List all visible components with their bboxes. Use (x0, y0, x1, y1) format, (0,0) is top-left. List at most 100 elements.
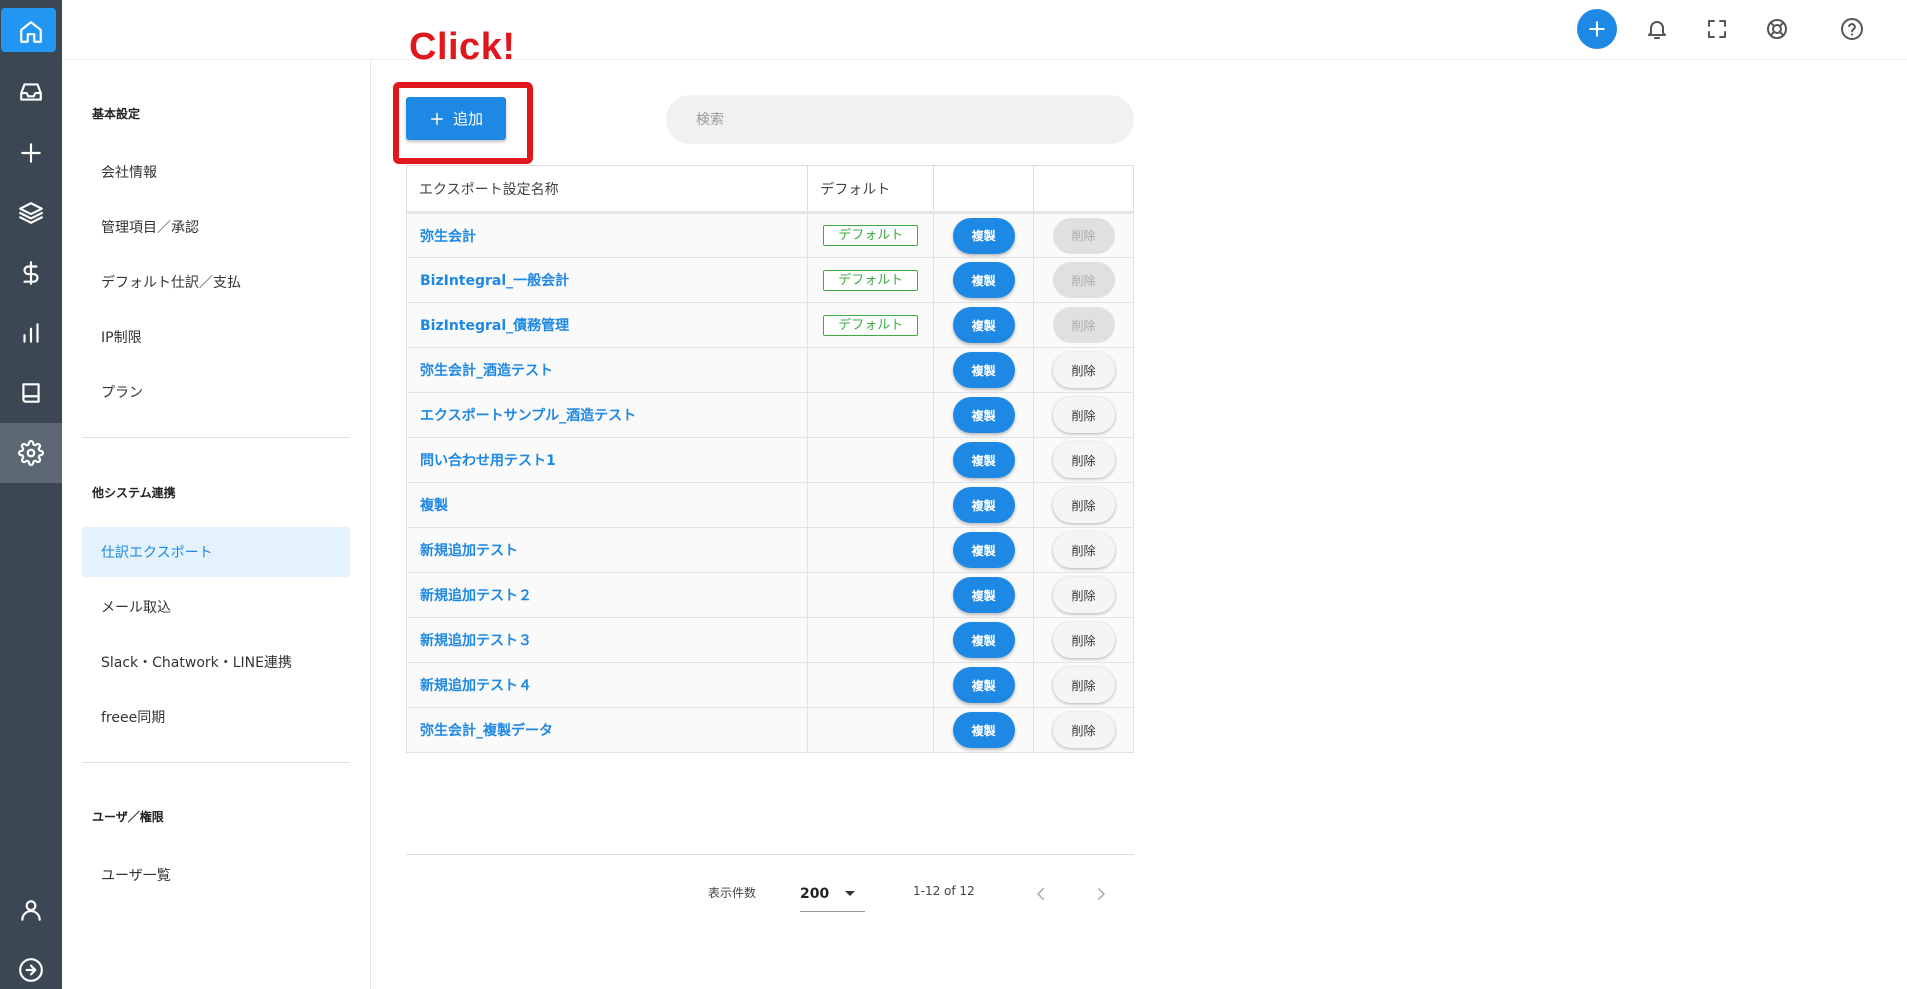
topbar-add-button[interactable] (1577, 9, 1617, 49)
top-bar (62, 0, 1907, 60)
fullscreen-icon (1708, 20, 1726, 38)
chevron-left-icon (1037, 888, 1044, 900)
copy-cell: 複製 (933, 527, 1035, 573)
delete-button[interactable]: 削除 (1052, 667, 1115, 703)
sidebar-item-management[interactable]: 管理項目／承認 (82, 202, 350, 252)
delete-cell: 削除 (1033, 707, 1134, 753)
rail-settings[interactable] (0, 423, 62, 483)
sidebar-item-freee-sync[interactable]: freee同期 (82, 692, 350, 742)
plus-icon (1589, 21, 1605, 37)
copy-cell: 複製 (933, 482, 1035, 528)
sidebar-section-basic: 基本設定 (92, 107, 141, 121)
column-header-delete (1033, 165, 1134, 214)
delete-button[interactable]: 削除 (1052, 442, 1115, 478)
rail-logout[interactable] (0, 942, 62, 989)
delete-cell: 削除 (1033, 437, 1134, 483)
export-setting-name-link[interactable]: 新規追加テスト２ (405, 572, 809, 618)
export-setting-name-link[interactable]: 新規追加テスト (405, 527, 809, 573)
sidebar-item-mail-import[interactable]: メール取込 (82, 582, 350, 632)
notifications-button[interactable] (1636, 8, 1678, 50)
arrow-right-circle-icon (19, 958, 43, 982)
export-setting-name-link[interactable]: BizIntegral_債務管理 (405, 302, 809, 348)
rail-user[interactable] (0, 882, 62, 938)
table-row: BizIntegral_債務管理 デフォルト 複製 削除 (405, 302, 1134, 348)
sidebar-item-user-list[interactable]: ユーザ一覧 (82, 850, 350, 900)
default-cell (807, 662, 935, 708)
default-badge: デフォルト (823, 314, 919, 336)
sidebar-item-chat-integration[interactable]: Slack・Chatwork・LINE連携 (82, 637, 350, 687)
next-page-button[interactable] (1084, 877, 1118, 911)
export-setting-name-link[interactable]: 問い合わせ用テスト1 (405, 437, 809, 483)
export-setting-name-link[interactable]: 複製 (405, 482, 809, 528)
copy-button[interactable]: 複製 (952, 532, 1015, 568)
export-setting-name-link[interactable]: BizIntegral_一般会計 (405, 257, 809, 303)
copy-button[interactable]: 複製 (952, 397, 1015, 433)
default-cell (807, 437, 935, 483)
delete-button[interactable]: 削除 (1052, 397, 1115, 433)
rail-book[interactable] (0, 365, 62, 421)
export-setting-name-link[interactable]: 弥生会計 (405, 212, 809, 258)
table-row: エクスポートサンプル_酒造テスト 複製 削除 (405, 392, 1134, 438)
click-annotation: Click! (409, 26, 516, 68)
delete-button[interactable]: 削除 (1052, 622, 1115, 658)
copy-cell: 複製 (933, 572, 1035, 618)
column-header-default[interactable]: デフォルト (807, 165, 935, 214)
gear-icon (18, 440, 44, 466)
copy-button[interactable]: 複製 (952, 667, 1015, 703)
sidebar-item-journal-export[interactable]: 仕訳エクスポート (82, 527, 350, 577)
delete-button[interactable]: 削除 (1052, 712, 1115, 748)
copy-button[interactable]: 複製 (952, 307, 1015, 343)
fullscreen-button[interactable] (1696, 8, 1738, 50)
sidebar-item-company[interactable]: 会社情報 (82, 147, 350, 197)
copy-button[interactable]: 複製 (952, 712, 1015, 748)
table-row: BizIntegral_一般会計 デフォルト 複製 削除 (405, 257, 1134, 303)
delete-button[interactable]: 削除 (1052, 352, 1115, 388)
layers-icon (19, 202, 43, 224)
default-cell: デフォルト (807, 257, 935, 303)
sidebar-item-ip-restriction[interactable]: IP制限 (82, 312, 350, 362)
delete-button[interactable]: 削除 (1052, 577, 1115, 613)
default-cell (807, 572, 935, 618)
column-header-name[interactable]: エクスポート設定名称 (405, 165, 809, 214)
copy-cell: 複製 (933, 617, 1035, 663)
export-setting-name-link[interactable]: エクスポートサンプル_酒造テスト (405, 392, 809, 438)
copy-button[interactable]: 複製 (952, 352, 1015, 388)
help-button[interactable] (1831, 8, 1873, 50)
search-input[interactable] (666, 95, 1134, 144)
export-setting-name-link[interactable]: 新規追加テスト４ (405, 662, 809, 708)
export-setting-name-link[interactable]: 弥生会計_複製データ (405, 707, 809, 753)
rail-payments[interactable] (0, 245, 62, 301)
export-setting-name-link[interactable]: 弥生会計_酒造テスト (405, 347, 809, 393)
default-badge: デフォルト (823, 225, 919, 246)
app-root: 基本設定 会社情報 管理項目／承認 デフォルト仕訳／支払 IP制限 プラン 他シ… (0, 0, 1907, 989)
rail-inbox[interactable] (0, 64, 62, 120)
rows-per-page-select[interactable]: 200 (800, 876, 865, 912)
copy-button[interactable]: 複製 (952, 622, 1015, 658)
rail-home[interactable] (0, 4, 62, 60)
add-button[interactable]: 追加 (406, 97, 506, 140)
dollar-icon (23, 261, 39, 285)
delete-button[interactable]: 削除 (1052, 532, 1115, 568)
export-setting-name-link[interactable]: 新規追加テスト３ (405, 617, 809, 663)
default-cell (807, 617, 935, 663)
sidebar-item-plan[interactable]: プラン (82, 367, 350, 417)
copy-button[interactable]: 複製 (952, 442, 1015, 478)
delete-button[interactable]: 削除 (1052, 487, 1115, 523)
table-header-row: エクスポート設定名称 デフォルト (405, 165, 1134, 214)
help-icon (1841, 18, 1863, 40)
copy-cell: 複製 (933, 257, 1035, 303)
rail-reports[interactable] (0, 305, 62, 361)
support-button[interactable] (1756, 8, 1798, 50)
delete-button: 削除 (1052, 307, 1115, 343)
rail-layers[interactable] (0, 185, 62, 241)
delete-cell: 削除 (1033, 347, 1134, 393)
previous-page-button[interactable] (1024, 877, 1058, 911)
book-icon (22, 383, 40, 403)
rail-add[interactable] (0, 125, 62, 181)
copy-button[interactable]: 複製 (952, 577, 1015, 613)
copy-button[interactable]: 複製 (952, 217, 1015, 254)
copy-button[interactable]: 複製 (952, 487, 1015, 523)
sidebar-item-default-journal[interactable]: デフォルト仕訳／支払 (82, 257, 350, 307)
copy-button[interactable]: 複製 (952, 262, 1015, 298)
default-badge: デフォルト (823, 269, 919, 291)
